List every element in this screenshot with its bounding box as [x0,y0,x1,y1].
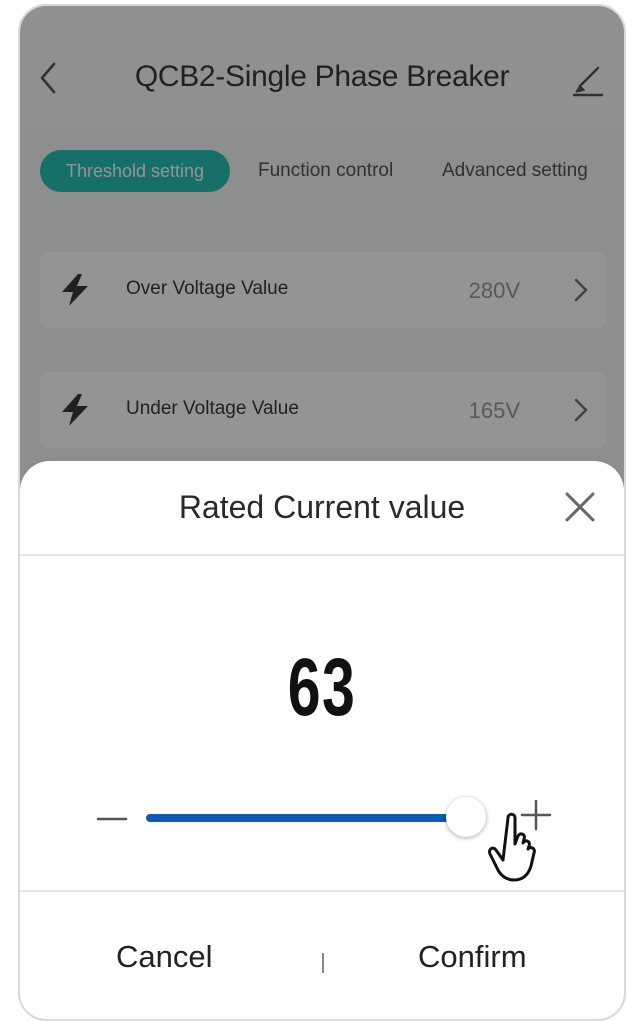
minus-icon[interactable] [94,801,130,837]
current-value-display: 63 [287,642,357,733]
confirm-button[interactable]: Confirm [418,939,527,975]
value-slider[interactable] [146,814,486,822]
slider-fill [146,814,466,822]
phone-frame: QCB2-Single Phase Breaker Threshold sett… [18,4,626,1021]
bottom-sheet-dialog: Rated Current value 63 Cancel Confirm [20,461,624,1019]
close-icon[interactable] [562,489,598,525]
cancel-button[interactable]: Cancel [116,939,213,975]
footer-separator [322,953,324,973]
dialog-title: Rated Current value [178,489,466,525]
divider [20,554,624,556]
divider [20,890,624,892]
hand-pointer-icon [488,812,536,882]
